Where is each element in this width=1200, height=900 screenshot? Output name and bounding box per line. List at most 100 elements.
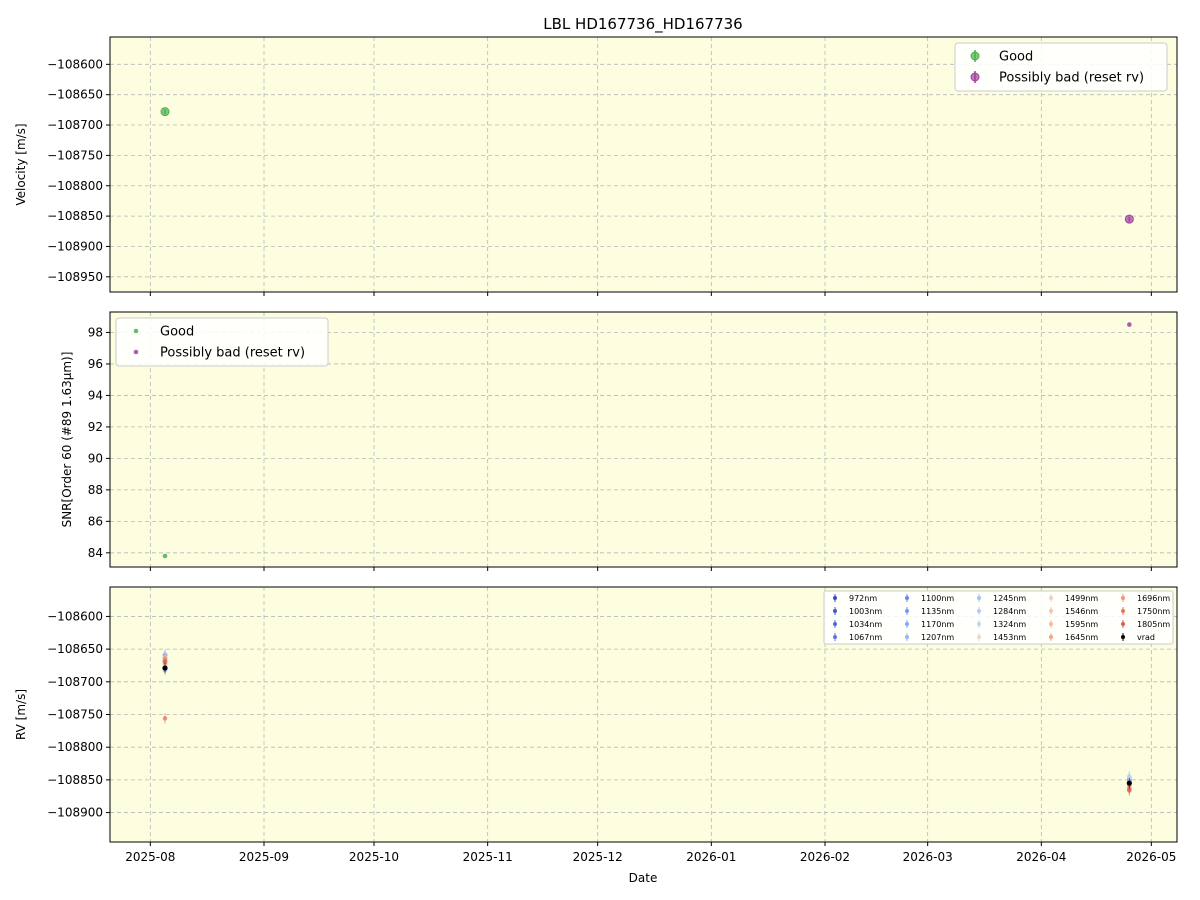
legend-marker [833, 596, 837, 600]
legend-label: 1750nm [1137, 607, 1170, 616]
legend-label: 972nm [849, 594, 877, 603]
legend-marker [1049, 609, 1053, 613]
data-point [1126, 780, 1132, 786]
legend: Good Possibly bad (reset rv) [954, 42, 1168, 92]
legend-label: 1003nm [849, 607, 882, 616]
legend-marker [133, 349, 139, 355]
x-tick-label: 2026-05 [1126, 850, 1176, 864]
legend-label: 1453nm [993, 633, 1026, 642]
figure: LBL HD167736_HD167736 −108600−108650−108… [14, 15, 1178, 885]
legend-marker [1049, 635, 1053, 639]
legend-marker [970, 51, 980, 61]
data-point [1127, 322, 1132, 327]
panel-1: −108600 −108650 −108700 −108750 −108800 −1088… [14, 36, 1178, 296]
y-tick-label: −108950 [47, 270, 103, 284]
legend-marker [1049, 596, 1053, 600]
legend-marker [1121, 635, 1125, 639]
legend: Good Possibly bad (reset rv) [115, 317, 329, 367]
data-point [162, 716, 168, 721]
legend-marker [833, 622, 837, 626]
legend-label: 1207nm [921, 633, 954, 642]
legend-marker [133, 328, 139, 334]
x-tick-label: 2026-01 [686, 850, 736, 864]
legend-marker [905, 622, 909, 626]
data-point [162, 553, 168, 559]
legend-marker [905, 635, 909, 639]
y-tick-label: 86 [88, 514, 103, 528]
y-tick-label: 90 [88, 451, 103, 465]
y-tick-label: −108800 [47, 179, 103, 193]
legend-label: 1546nm [1065, 607, 1098, 616]
y-tick-label: −108900 [47, 239, 103, 253]
y-tick-label: −108600 [47, 609, 103, 623]
y-tick-label: −108700 [47, 675, 103, 689]
panel-2: 84 86 88 90 92 94 96 98 SNR[Order 60 (#89 1.63μm… [60, 311, 1178, 571]
y-tick-label: −108750 [47, 148, 103, 162]
y-tick-label: −108600 [47, 57, 103, 71]
x-tick-label: 2026-02 [800, 850, 850, 864]
legend-label: 1696nm [1137, 594, 1170, 603]
data-point [1127, 788, 1132, 793]
y-tick-label: 84 [88, 546, 103, 560]
legend-label: 1645nm [1065, 633, 1098, 642]
legend-label: 1170nm [921, 620, 954, 629]
x-axis-label: Date [629, 871, 658, 885]
legend-marker [905, 609, 909, 613]
y-tick-label: −108850 [47, 773, 103, 787]
legend-marker [1121, 596, 1125, 600]
legend-marker [833, 635, 837, 639]
x-tick-label: 2025-10 [349, 850, 399, 864]
legend-label: 1324nm [993, 620, 1026, 629]
y-axis-label: Velocity [m/s] [14, 123, 28, 205]
legend-label: 1135nm [921, 607, 954, 616]
legend-marker [977, 622, 981, 626]
x-tick-label: 2025-08 [125, 850, 175, 864]
legend-marker [977, 635, 981, 639]
legend-label: 1805nm [1137, 620, 1170, 629]
legend-label: 1284nm [993, 607, 1026, 616]
y-tick-label: −108850 [47, 209, 103, 223]
legend-label: 1067nm [849, 633, 882, 642]
legend-marker [977, 609, 981, 613]
legend-marker [977, 596, 981, 600]
panel-3: 2025-08 2025-09 2025-10 2025-11 2025-12 2026-… [14, 586, 1178, 864]
legend-label: 1595nm [1065, 620, 1098, 629]
y-tick-label: −108800 [47, 740, 103, 754]
x-tick-label: 2026-03 [903, 850, 953, 864]
y-tick-label: −108700 [47, 118, 103, 132]
data-point [160, 107, 170, 117]
legend-label: vrad [1137, 633, 1155, 642]
y-tick-label: 98 [88, 325, 103, 339]
legend-marker [1121, 622, 1125, 626]
legend-marker [1049, 622, 1053, 626]
legend: 972nm 1003nm 1034nm 1067nm 1100nm 1135nm 1170n… [823, 590, 1174, 645]
y-tick-label: 94 [88, 388, 103, 402]
y-tick-label: −108650 [47, 642, 103, 656]
legend-label: 1100nm [921, 594, 954, 603]
x-tick-label: 2025-11 [463, 850, 513, 864]
y-tick-label: −108750 [47, 708, 103, 722]
legend-marker [833, 609, 837, 613]
y-tick-label: −108650 [47, 88, 103, 102]
legend-label: Good [999, 50, 1033, 65]
legend-marker [905, 596, 909, 600]
data-point [162, 665, 168, 671]
legend-marker [970, 72, 980, 82]
x-tick-label: 2026-04 [1016, 850, 1066, 864]
legend-marker [1121, 609, 1125, 613]
legend-label: Possibly bad (reset rv) [160, 346, 305, 361]
y-axis-label: SNR[Order 60 (#89 1.63μm)] [60, 352, 74, 528]
y-axis-label: RV [m/s] [14, 689, 28, 740]
y-tick-label: 88 [88, 483, 103, 497]
data-point [1124, 214, 1134, 224]
y-tick-label: 96 [88, 357, 103, 371]
y-tick-label: 92 [88, 420, 103, 434]
legend-label: 1034nm [849, 620, 882, 629]
x-tick-label: 2025-12 [573, 850, 623, 864]
y-tick-label: −108900 [47, 806, 103, 820]
legend-label: 1245nm [993, 594, 1026, 603]
legend-label: Good [160, 325, 194, 340]
legend-label: 1499nm [1065, 594, 1098, 603]
chart-title: LBL HD167736_HD167736 [543, 15, 742, 34]
legend-label: Possibly bad (reset rv) [999, 71, 1144, 86]
